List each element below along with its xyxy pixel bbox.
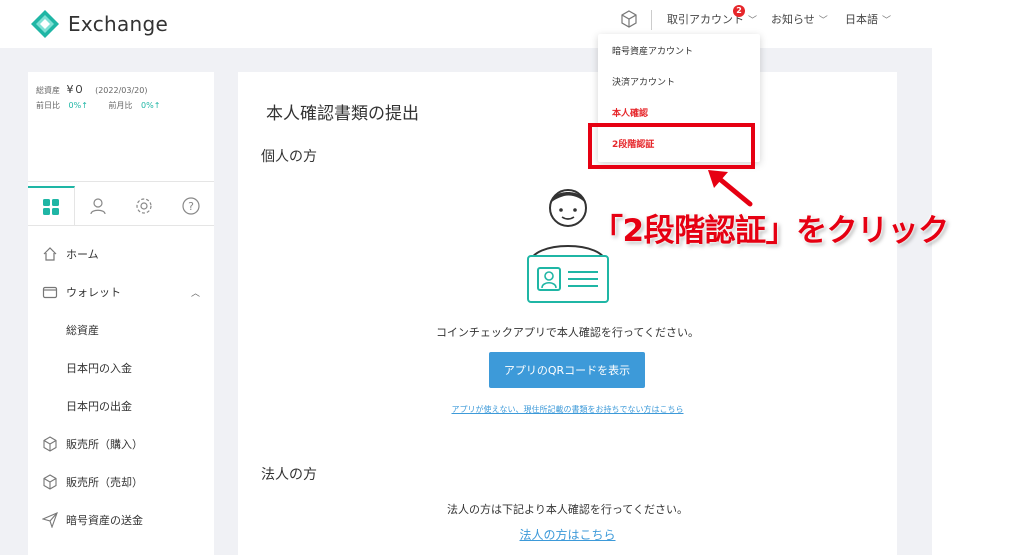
notifications-menu[interactable]: お知らせ ﹀ xyxy=(771,11,828,27)
home-icon xyxy=(43,247,57,261)
sidebar-item-buy[interactable]: 販売所（購入） xyxy=(28,432,214,456)
sidebar-item-label: 販売所（購入） xyxy=(66,438,143,451)
box-icon[interactable] xyxy=(620,10,638,28)
chevron-down-icon: ﹀ xyxy=(818,15,828,26)
app-name: Exchange xyxy=(68,12,169,36)
language-menu[interactable]: 日本語 ﹀ xyxy=(845,11,891,27)
main-panel: 本人確認書類の提出 個人の方 コインチェックアプリで本人確認を行ってください。 … xyxy=(238,72,897,555)
tab-settings[interactable] xyxy=(121,186,168,226)
annotation-callout: 「2段階認証」をクリック xyxy=(592,213,949,249)
notifications-label: お知らせ xyxy=(771,13,815,26)
user-icon xyxy=(90,198,106,215)
notification-badge: 2 xyxy=(733,5,745,17)
page-title: 本人確認書類の提出 xyxy=(266,104,419,124)
dropdown-item-crypto-account[interactable]: 暗号資産アカウント xyxy=(612,44,693,57)
individual-heading: 個人の方 xyxy=(261,149,317,165)
sidebar-item-send-crypto[interactable]: 暗号資産の送金 xyxy=(28,508,214,532)
chevron-down-icon: ﹀ xyxy=(748,15,758,26)
logo-mark-icon xyxy=(31,10,59,38)
no-app-link[interactable]: アプリが使えない、現住所記載の書類をお持ちでない方はこちら xyxy=(238,404,897,415)
right-margin xyxy=(932,48,1024,555)
cube-icon xyxy=(43,436,57,452)
month-change-value: 0%↑ xyxy=(141,101,161,110)
logo[interactable]: Exchange xyxy=(30,9,168,39)
header-separator xyxy=(651,10,652,30)
sidebar-item-home[interactable]: ホーム xyxy=(28,242,214,266)
sidebar-item-jpy-deposit[interactable]: 日本円の入金 xyxy=(28,356,214,380)
dropdown-item-payment-account[interactable]: 決済アカウント xyxy=(612,75,675,88)
sidebar: 総資産 ¥０ (2022/03/20) 前日比 0%↑ 前月比 0%↑ ? ホー… xyxy=(28,72,214,555)
sidebar-item-label: ウォレット xyxy=(66,286,121,299)
chevron-down-icon: ﹀ xyxy=(882,15,892,26)
summary-date: (2022/03/20) xyxy=(95,86,148,95)
sidebar-item-wallet[interactable]: ウォレット ︿ xyxy=(28,280,214,304)
highlight-box xyxy=(588,123,755,169)
chevron-up-icon: ︿ xyxy=(190,288,200,299)
sidebar-item-label: 暗号資産の送金 xyxy=(66,514,143,527)
sidebar-item-total-assets[interactable]: 総資産 xyxy=(28,318,214,342)
total-assets-label: 総資産 xyxy=(36,86,60,95)
gear-icon xyxy=(136,198,152,214)
svg-text:?: ? xyxy=(188,200,194,213)
pointer-arrow-icon xyxy=(708,170,753,207)
sidebar-item-label: 総資産 xyxy=(66,324,99,337)
tab-dashboard[interactable] xyxy=(28,186,75,226)
send-icon xyxy=(42,512,58,528)
sidebar-item-label: ホーム xyxy=(66,248,99,261)
dropdown-item-identity-verification[interactable]: 本人確認 xyxy=(612,106,648,119)
day-change-label: 前日比 xyxy=(36,101,60,110)
top-header: Exchange 取引アカウント ﹀ 2 お知らせ ﹀ 日本語 ﹀ xyxy=(0,0,1024,48)
wallet-icon xyxy=(42,286,58,299)
dashboard-icon xyxy=(42,199,59,215)
sidebar-tabs: ? xyxy=(28,186,214,226)
tab-user[interactable] xyxy=(75,186,122,226)
sidebar-item-label: 日本円の出金 xyxy=(66,400,132,413)
show-qr-code-button[interactable]: アプリのQRコードを表示 xyxy=(489,352,645,388)
sidebar-item-label: 日本円の入金 xyxy=(66,362,132,375)
corporate-heading: 法人の方 xyxy=(261,467,317,483)
individual-description: コインチェックアプリで本人確認を行ってください。 xyxy=(435,326,700,339)
cube-icon xyxy=(43,474,57,490)
corporate-link[interactable]: 法人の方はこちら xyxy=(238,526,897,543)
corporate-description: 法人の方は下記より本人確認を行ってください。 xyxy=(447,503,688,516)
month-change-label: 前月比 xyxy=(108,101,133,110)
asset-summary: 総資産 ¥０ (2022/03/20) 前日比 0%↑ 前月比 0%↑ xyxy=(28,72,214,182)
language-label: 日本語 xyxy=(845,13,878,26)
sidebar-item-sell[interactable]: 販売所（売却） xyxy=(28,470,214,494)
sidebar-item-label: 販売所（売却） xyxy=(66,476,143,489)
tab-help[interactable]: ? xyxy=(168,186,215,226)
help-icon: ? xyxy=(182,197,200,215)
sidebar-item-jpy-withdraw[interactable]: 日本円の出金 xyxy=(28,394,214,418)
day-change-value: 0%↑ xyxy=(68,101,88,110)
trading-account-label: 取引アカウント xyxy=(667,13,744,26)
total-assets-value: ¥０ xyxy=(66,83,85,96)
